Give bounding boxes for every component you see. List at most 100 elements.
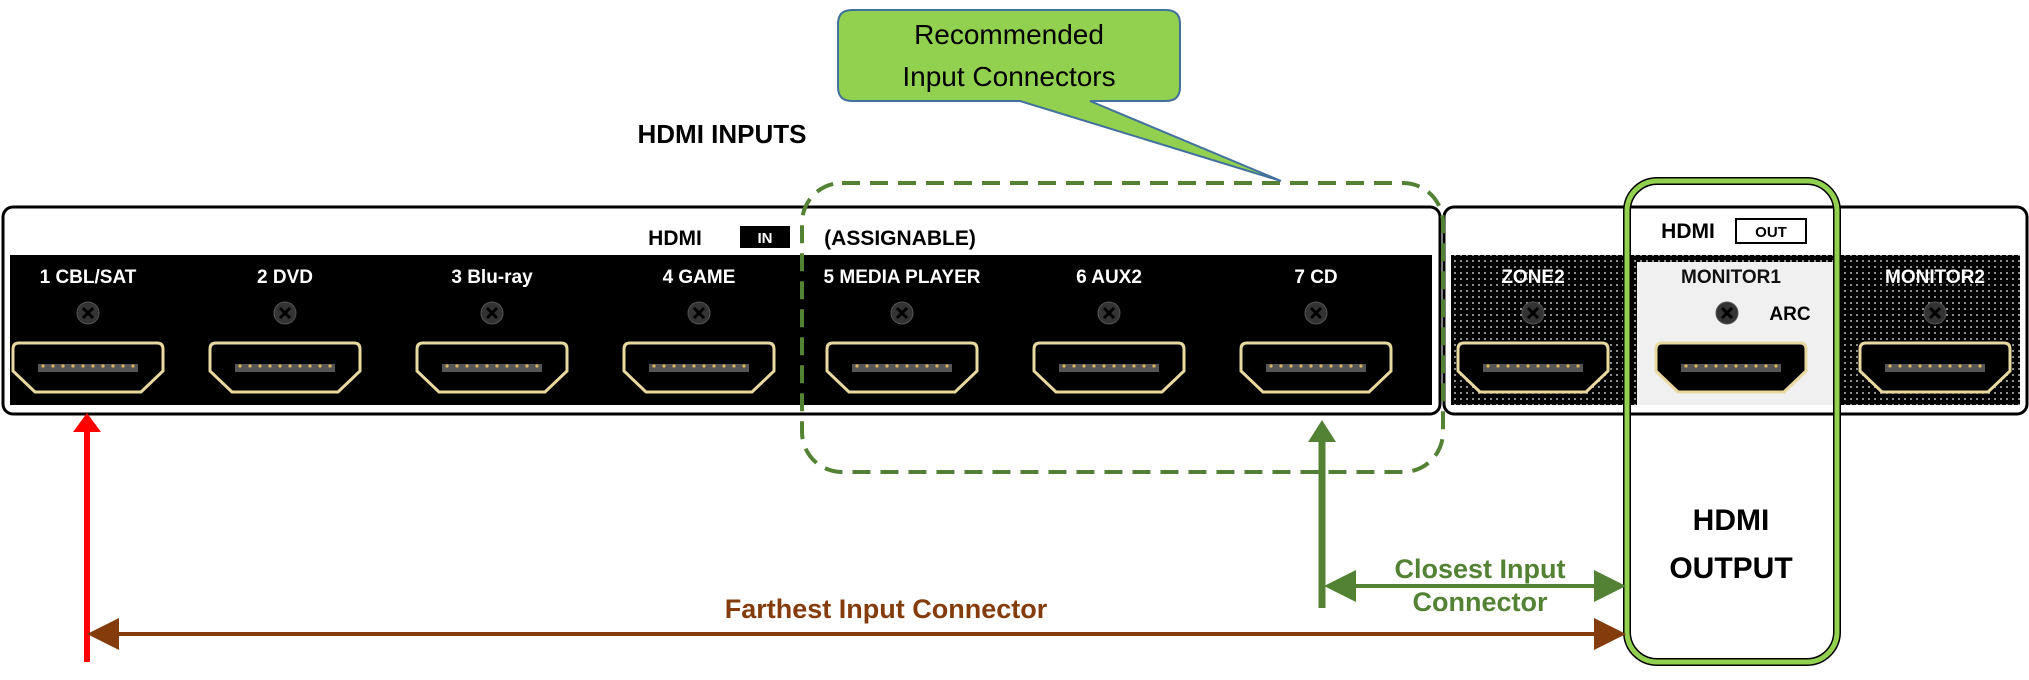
pin xyxy=(1062,364,1066,368)
port-label: 4 GAME xyxy=(663,267,736,288)
port-label: 1 CBL/SAT xyxy=(40,267,137,288)
pin xyxy=(1329,364,1333,368)
pin xyxy=(945,364,949,368)
pin xyxy=(1764,364,1768,368)
pin xyxy=(1486,364,1490,368)
pin xyxy=(71,364,75,368)
pin xyxy=(1269,364,1273,368)
pin xyxy=(1898,364,1902,368)
pin xyxy=(1576,364,1580,368)
port-label: 6 AUX2 xyxy=(1076,267,1142,288)
pin xyxy=(455,364,459,368)
pin xyxy=(535,364,539,368)
pin xyxy=(308,364,312,368)
pin xyxy=(445,364,449,368)
pin xyxy=(1299,364,1303,368)
pin xyxy=(1744,364,1748,368)
pin xyxy=(81,364,85,368)
assignable-label: (ASSIGNABLE) xyxy=(824,227,976,250)
arc-label: ARC xyxy=(1769,304,1810,325)
pin xyxy=(131,364,135,368)
closest-label-line1: Closest Input xyxy=(1394,554,1565,584)
pin xyxy=(258,364,262,368)
pin xyxy=(1082,364,1086,368)
pin xyxy=(1359,364,1363,368)
pin xyxy=(1938,364,1942,368)
pin xyxy=(1734,364,1738,368)
closest-label-line2: Connector xyxy=(1413,587,1548,617)
pin xyxy=(1319,364,1323,368)
pin xyxy=(111,364,115,368)
pin xyxy=(1948,364,1952,368)
pin xyxy=(1072,364,1076,368)
port-label: MONITOR1 xyxy=(1681,267,1781,288)
pin xyxy=(722,364,726,368)
pin xyxy=(248,364,252,368)
pin xyxy=(1546,364,1550,368)
pin xyxy=(905,364,909,368)
pin xyxy=(895,364,899,368)
pin xyxy=(855,364,859,368)
pin xyxy=(1122,364,1126,368)
pin xyxy=(328,364,332,368)
pin xyxy=(925,364,929,368)
port-label: 7 CD xyxy=(1294,267,1337,288)
farthest-label: Farthest Input Connector xyxy=(725,594,1048,624)
in-badge-text: IN xyxy=(758,230,773,247)
pin xyxy=(875,364,879,368)
pin xyxy=(1958,364,1962,368)
pin xyxy=(1536,364,1540,368)
pin xyxy=(1112,364,1116,368)
pin xyxy=(712,364,716,368)
pin xyxy=(1339,364,1343,368)
pin xyxy=(101,364,105,368)
pin xyxy=(278,364,282,368)
pin xyxy=(298,364,302,368)
pin xyxy=(1526,364,1530,368)
pin xyxy=(268,364,272,368)
pin xyxy=(1694,364,1698,368)
port-label: 5 MEDIA PLAYER xyxy=(824,267,981,288)
pin xyxy=(121,364,125,368)
pin xyxy=(1928,364,1932,368)
hdmi-connection-diagram: HDMI IN (ASSIGNABLE) 1 CBL/SAT 2 DVD 3 Blu… xyxy=(1,9,2029,666)
pin xyxy=(865,364,869,368)
pin xyxy=(1289,364,1293,368)
red-arrow-head xyxy=(73,413,101,432)
pin xyxy=(1714,364,1718,368)
pin xyxy=(1349,364,1353,368)
pin xyxy=(1888,364,1892,368)
pin xyxy=(1279,364,1283,368)
port-label: MONITOR2 xyxy=(1885,267,1985,288)
pin xyxy=(91,364,95,368)
pin xyxy=(732,364,736,368)
pin xyxy=(692,364,696,368)
pin xyxy=(1968,364,1972,368)
pin xyxy=(1092,364,1096,368)
port-label: ZONE2 xyxy=(1501,267,1564,288)
port-label: 3 Blu-ray xyxy=(451,267,533,288)
pin xyxy=(1684,364,1688,368)
pin xyxy=(1978,364,1982,368)
input-hdmi-label: HDMI xyxy=(648,227,702,250)
pin xyxy=(41,364,45,368)
output-label-line1: HDMI xyxy=(1693,504,1770,537)
pin xyxy=(1506,364,1510,368)
pin xyxy=(702,364,706,368)
pin xyxy=(885,364,889,368)
pin xyxy=(1309,364,1313,368)
pin xyxy=(1754,364,1758,368)
pin xyxy=(515,364,519,368)
pin xyxy=(495,364,499,368)
pin xyxy=(1556,364,1560,368)
port-label: 2 DVD xyxy=(257,267,313,288)
pin xyxy=(1704,364,1708,368)
pin xyxy=(1496,364,1500,368)
pin xyxy=(672,364,676,368)
pin xyxy=(288,364,292,368)
pin xyxy=(662,364,666,368)
output-label-line2: OUTPUT xyxy=(1669,552,1792,585)
pin xyxy=(318,364,322,368)
pin xyxy=(525,364,529,368)
pin xyxy=(1142,364,1146,368)
